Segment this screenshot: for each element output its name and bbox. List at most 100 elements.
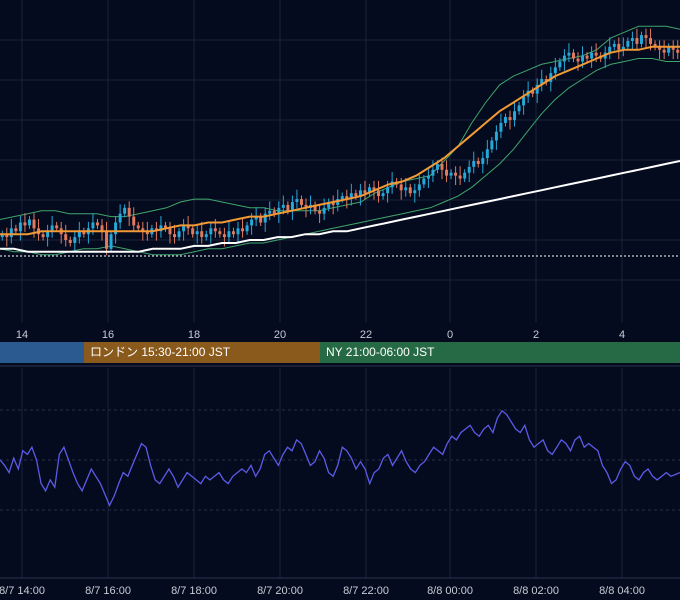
candle-body xyxy=(241,228,245,232)
price-x-tick-label: 20 xyxy=(274,329,286,341)
candle-body xyxy=(581,55,585,62)
candle-body xyxy=(417,184,421,191)
candle-body xyxy=(635,38,639,44)
candle-body xyxy=(209,228,213,235)
candle-body xyxy=(195,231,199,235)
candle-body xyxy=(168,228,172,235)
candle-body xyxy=(363,190,367,194)
candle-body xyxy=(377,190,381,197)
candle-body xyxy=(481,158,485,164)
candle-body xyxy=(55,225,59,229)
candle-body xyxy=(440,163,444,170)
candle-body xyxy=(231,231,235,235)
candle-body xyxy=(295,199,299,202)
candle-body xyxy=(467,166,471,173)
candle-body xyxy=(132,216,136,226)
candle-body xyxy=(41,234,45,238)
price-x-tick-label: 14 xyxy=(16,329,28,341)
candle-body xyxy=(449,172,453,176)
session-bar-asia xyxy=(0,342,84,363)
candle-body xyxy=(612,43,616,47)
candle-body xyxy=(426,175,430,179)
chart-svg: 14 16 18 20 22 0 2 4 8/7 14:00 8/7 16:00 8/7 18:0… xyxy=(0,0,680,600)
candle-body xyxy=(508,117,512,121)
candle-body xyxy=(136,225,140,229)
candle-body xyxy=(281,204,285,208)
candle-body xyxy=(73,237,77,243)
candle-body xyxy=(454,172,458,176)
candle-body xyxy=(590,52,594,59)
candle-body xyxy=(318,210,322,214)
candle-body xyxy=(299,199,303,205)
candle-body xyxy=(422,178,426,185)
oscillator-x-tick-label: 8/7 22:00 xyxy=(343,585,389,597)
candle-body xyxy=(177,231,181,238)
oscillator-x-tick-label: 8/7 16:00 xyxy=(85,585,131,597)
price-x-tick-label: 16 xyxy=(102,329,114,341)
oscillator-x-tick-label: 8/8 04:00 xyxy=(599,585,645,597)
candle-body xyxy=(435,163,439,170)
candle-body xyxy=(263,213,267,223)
candle-body xyxy=(127,207,131,217)
candle-body xyxy=(322,207,326,214)
candle-body xyxy=(173,234,177,238)
price-x-tick-label: 2 xyxy=(533,329,539,341)
candle-body xyxy=(567,52,571,56)
candle-body xyxy=(576,58,580,62)
candle-body xyxy=(676,49,680,53)
candle-body xyxy=(105,231,109,249)
price-x-tick-label: 22 xyxy=(360,329,372,341)
price-x-tick-label: 18 xyxy=(188,329,200,341)
candle-body xyxy=(245,225,249,232)
candle-body xyxy=(109,234,113,249)
candle-body xyxy=(204,234,208,238)
candle-body xyxy=(18,222,22,232)
candle-body xyxy=(562,55,566,62)
price-x-tick-label: 0 xyxy=(447,329,453,341)
candle-body xyxy=(649,38,653,44)
candle-body xyxy=(517,105,521,112)
candle-body xyxy=(662,49,666,53)
candle-body xyxy=(123,207,127,214)
candle-body xyxy=(27,219,31,226)
candle-body xyxy=(485,149,489,159)
candle-body xyxy=(553,67,557,74)
candle-body xyxy=(64,234,68,241)
candle-body xyxy=(227,231,231,238)
candle-body xyxy=(14,228,18,232)
oscillator-x-tick-label: 8/7 14:00 xyxy=(0,585,45,597)
candle-body xyxy=(268,210,272,214)
candle-body xyxy=(191,228,195,235)
candle-body xyxy=(472,161,476,167)
candle-body xyxy=(617,43,621,50)
candle-body xyxy=(630,38,634,41)
candle-body xyxy=(494,131,498,141)
candle-body xyxy=(114,222,118,235)
candle-body xyxy=(386,187,390,194)
candle-body xyxy=(513,111,517,121)
candle-body xyxy=(644,35,648,39)
candle-body xyxy=(490,140,494,150)
candle-body xyxy=(91,222,95,229)
candle-body xyxy=(522,96,526,106)
candle-body xyxy=(585,55,589,59)
candle-body xyxy=(118,213,122,223)
oscillator-x-tick-label: 8/7 18:00 xyxy=(171,585,217,597)
candle-body xyxy=(340,196,344,200)
candle-body xyxy=(571,52,575,59)
candle-body xyxy=(431,169,435,176)
candle-body xyxy=(218,231,222,235)
candle-body xyxy=(95,222,99,226)
candle-body xyxy=(594,52,598,56)
candle-body xyxy=(250,219,254,226)
candle-body xyxy=(213,228,217,232)
candle-body xyxy=(445,169,449,176)
candle-body xyxy=(222,234,226,238)
candle-body xyxy=(476,161,480,164)
candle-body xyxy=(626,40,630,47)
candle-body xyxy=(413,190,417,194)
candle-body xyxy=(503,117,507,123)
candle-body xyxy=(558,61,562,68)
oscillator-x-tick-label: 8/7 20:00 xyxy=(257,585,303,597)
candle-body xyxy=(639,35,643,44)
